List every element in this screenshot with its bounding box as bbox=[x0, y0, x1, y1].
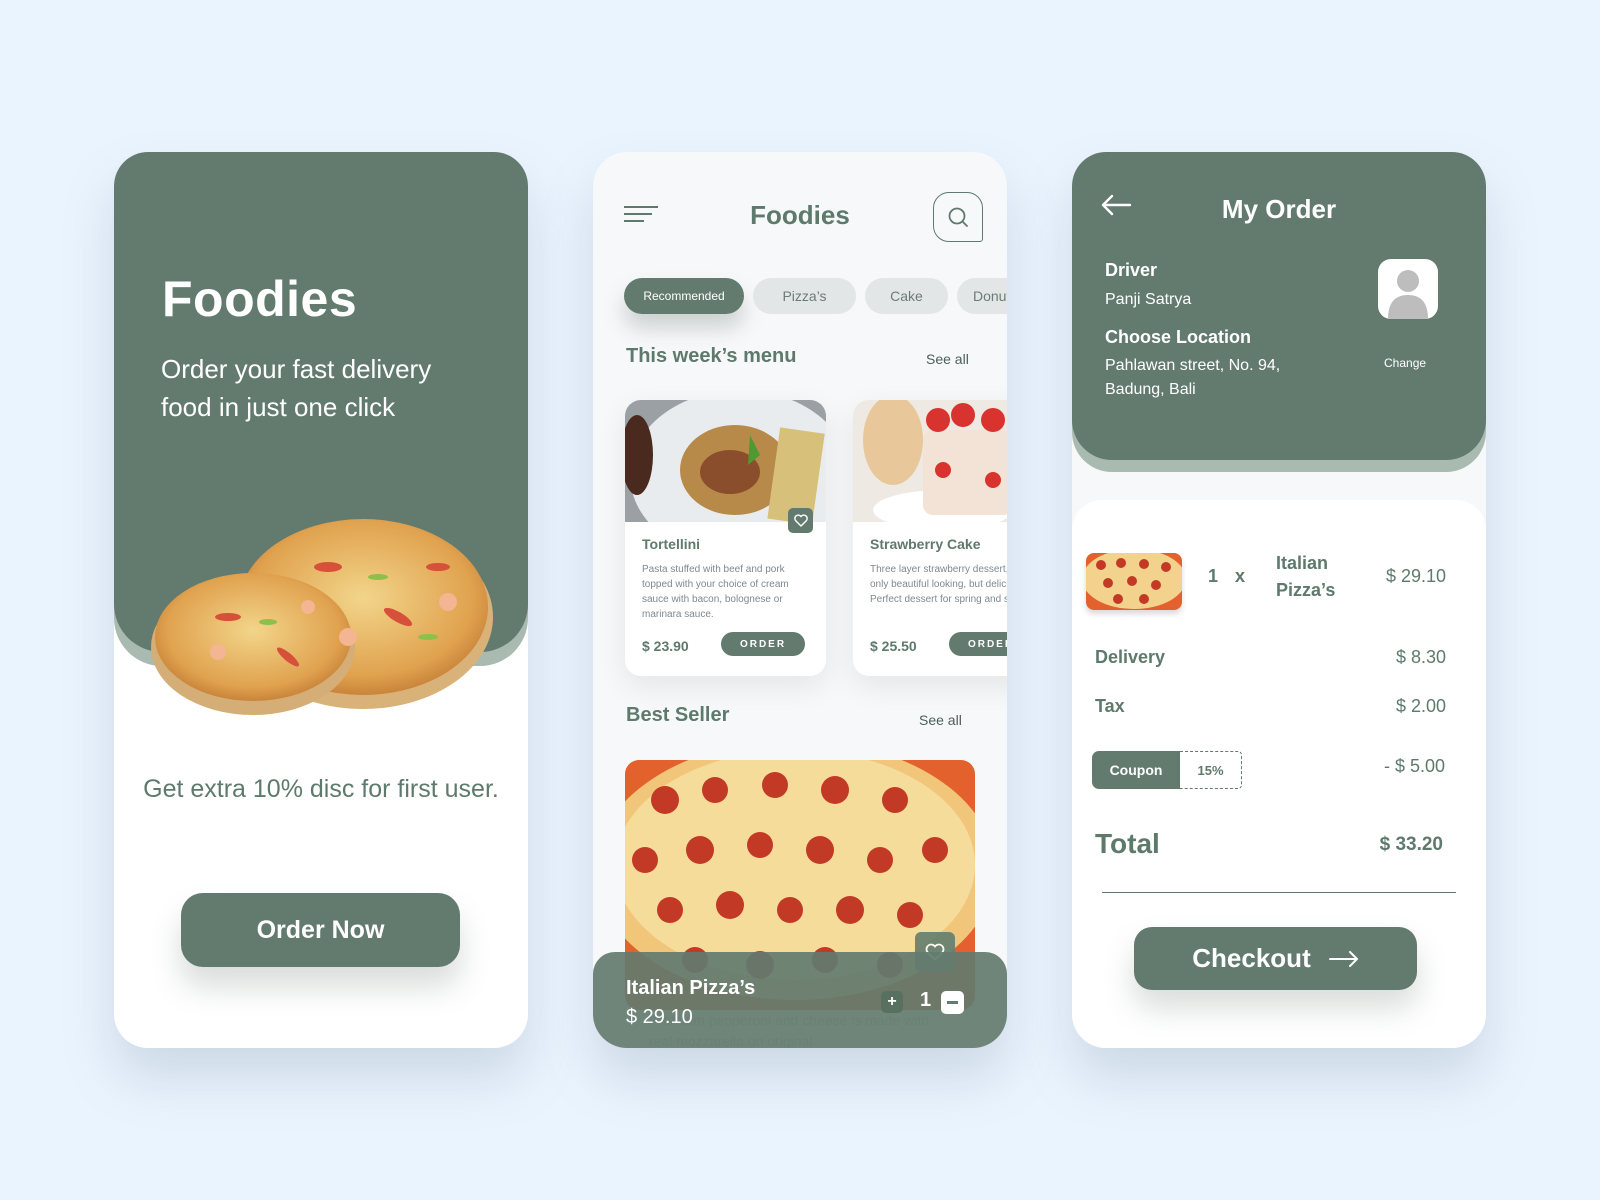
tortellini-image bbox=[625, 400, 826, 522]
order-now-button[interactable]: Order Now bbox=[181, 893, 460, 967]
minus-icon bbox=[947, 1001, 958, 1004]
onboarding-screen: Foodies Order your fast delivery food in… bbox=[114, 152, 528, 1048]
order-item-image bbox=[1086, 553, 1182, 610]
tax-value: $ 2.00 bbox=[1395, 696, 1446, 716]
divider bbox=[1102, 892, 1456, 893]
driver-label: Driver bbox=[1105, 260, 1158, 280]
tax-label: Tax bbox=[1095, 696, 1125, 716]
order-item-times: x bbox=[1235, 566, 1246, 586]
item-description: Three layer strawberry dessert, not only… bbox=[870, 564, 1007, 605]
item-price: $ 25.50 bbox=[870, 638, 917, 654]
app-title: Foodies bbox=[162, 271, 358, 327]
order-item-price: $ 29.10 bbox=[1385, 566, 1446, 586]
pizza-image bbox=[151, 519, 493, 715]
checkout-label: Checkout bbox=[1192, 943, 1311, 973]
category-tabs: Recommended Pizza’s Cake Donut bbox=[624, 278, 1007, 314]
heart-icon bbox=[793, 514, 808, 527]
item-name: Tortellini bbox=[642, 536, 701, 552]
cart-bar: Italian Pizza’s $ 29.10 + 1 bbox=[593, 952, 1007, 1048]
home-screen: Foodies Recommended Pizza’s Cake Donut T… bbox=[593, 152, 1007, 1048]
order-button[interactable]: ORDER bbox=[949, 632, 1007, 656]
search-button[interactable] bbox=[933, 192, 983, 242]
tab-cake[interactable]: Cake bbox=[865, 278, 948, 314]
checkout-button[interactable]: Checkout bbox=[1134, 927, 1417, 990]
item-description: Pasta stuffed with beef and pork topped … bbox=[642, 564, 789, 620]
tab-recommended[interactable]: Recommended bbox=[624, 278, 744, 314]
menu-card-tortellini[interactable]: Tortellini Pasta stuffed with beef and p… bbox=[625, 400, 826, 676]
coupon-discount: - $ 5.00 bbox=[1383, 756, 1445, 776]
tab-pizzas[interactable]: Pizza’s bbox=[753, 278, 856, 314]
favorite-button[interactable] bbox=[788, 508, 813, 533]
order-item-name-line2: Pizza’s bbox=[1276, 580, 1336, 600]
location-label: Choose Location bbox=[1105, 327, 1252, 347]
best-seller-title: Best Seller bbox=[626, 704, 730, 726]
weekly-menu-title: This week’s menu bbox=[626, 345, 797, 367]
item-name: Strawberry Cake bbox=[870, 536, 981, 552]
delivery-value: $ 8.30 bbox=[1395, 647, 1446, 667]
location-line1: Pahlawan street, No. 94, bbox=[1105, 357, 1281, 374]
cart-item-name: Italian Pizza’s bbox=[626, 977, 756, 999]
app-subtitle: Order your fast delivery food in just on… bbox=[161, 354, 432, 422]
total-label: Total bbox=[1095, 828, 1160, 859]
item-price: $ 23.90 bbox=[642, 638, 689, 654]
coupon-label: Coupon bbox=[1092, 751, 1180, 789]
arrow-right-icon bbox=[1328, 950, 1358, 967]
driver-avatar bbox=[1378, 259, 1438, 319]
cart-item-price: $ 29.10 bbox=[626, 1006, 693, 1028]
increase-quantity-button[interactable]: + bbox=[881, 991, 903, 1013]
strawberry-cake-image bbox=[853, 400, 1007, 522]
promo-text: Get extra 10% disc for first user. bbox=[143, 775, 499, 803]
change-location-button[interactable]: Change bbox=[1384, 356, 1426, 370]
search-icon bbox=[948, 207, 968, 227]
quantity-value: 1 bbox=[920, 989, 932, 1011]
tab-donut[interactable]: Donut bbox=[957, 278, 1007, 314]
location-line2: Badung, Bali bbox=[1105, 381, 1196, 398]
coupon-field[interactable]: Coupon 15% bbox=[1092, 751, 1242, 789]
total-value: $ 33.20 bbox=[1379, 834, 1443, 855]
order-button[interactable]: ORDER bbox=[721, 632, 805, 656]
order-screen: My Order Driver Panji Satrya Choose Loca… bbox=[1072, 152, 1486, 1048]
delivery-label: Delivery bbox=[1095, 647, 1166, 667]
driver-name: Panji Satrya bbox=[1105, 291, 1192, 308]
decrease-quantity-button[interactable] bbox=[941, 991, 964, 1014]
weekly-see-all-link[interactable]: See all bbox=[926, 351, 969, 367]
best-seller-see-all-link[interactable]: See all bbox=[919, 712, 962, 728]
coupon-value: 15% bbox=[1180, 751, 1242, 789]
order-summary: 1 x Italian Pizza’s $ 29.10 Delivery $ 8… bbox=[1072, 500, 1486, 1048]
order-item-qty: 1 bbox=[1208, 566, 1219, 586]
page-title: My Order bbox=[1221, 194, 1337, 224]
menu-card-strawberry-cake[interactable]: Strawberry Cake Three layer strawberry d… bbox=[853, 400, 1007, 676]
order-item-name-line1: Italian bbox=[1276, 553, 1329, 573]
user-icon bbox=[1388, 270, 1428, 319]
